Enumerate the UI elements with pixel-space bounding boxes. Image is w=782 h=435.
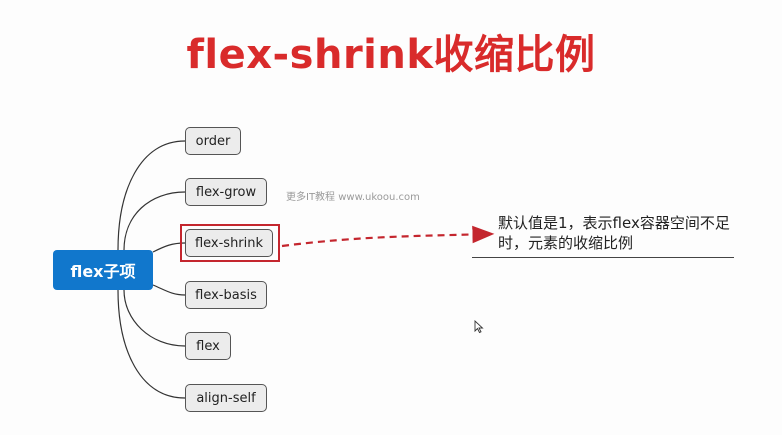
connector-flex [123,289,186,347]
node-flex-grow: flex-grow [185,178,267,206]
node-align-self: align-self [185,384,267,412]
highlight-box [180,224,280,262]
node-flex: flex [185,332,231,360]
connector-flex-grow [123,191,186,251]
note-underline [472,257,734,258]
connector-order [117,140,186,251]
mouse-cursor-icon [474,320,484,334]
description-note: 默认值是1，表示flex容器空间不足时，元素的收缩比例 [498,214,730,252]
connector-align-self [117,289,186,399]
connector-flex-basis [152,284,186,296]
root-node: flex子项 [53,250,153,290]
watermark-text: 更多IT教程 www.ukoou.com [286,192,420,203]
dashed-arrow [281,225,495,248]
node-flex-basis: flex-basis [185,281,267,309]
node-order: order [185,127,241,155]
